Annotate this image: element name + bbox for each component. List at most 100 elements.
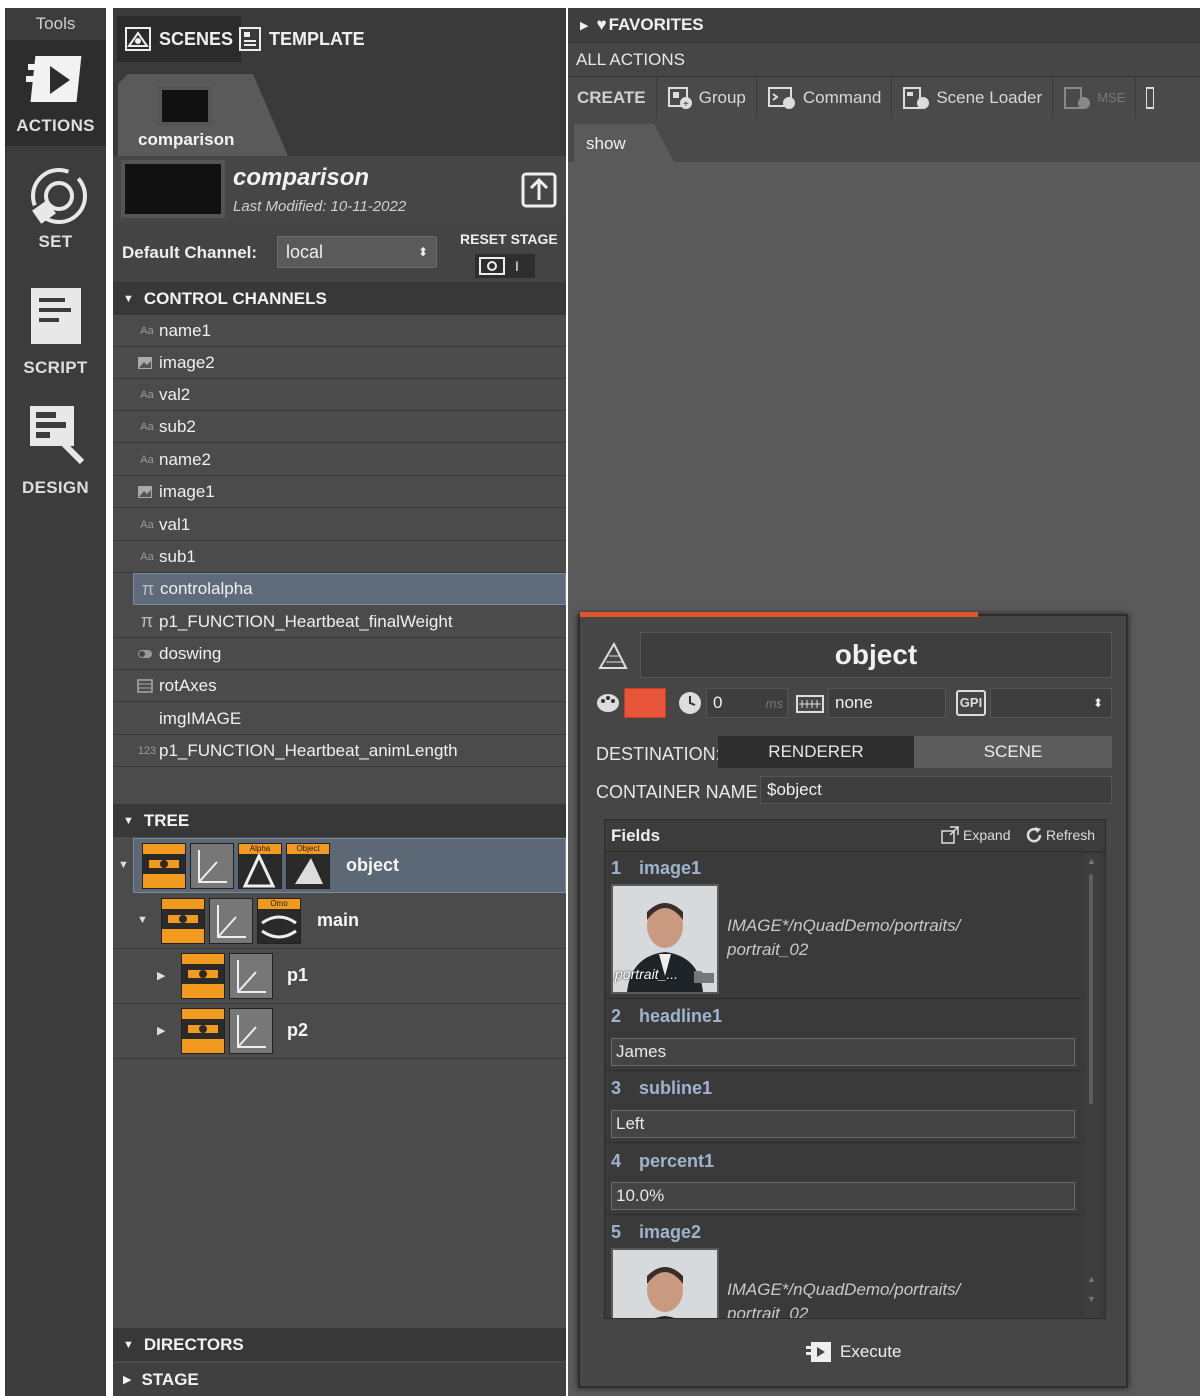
more-icon[interactable] [1136, 77, 1164, 119]
refresh-button[interactable]: Refresh [1025, 826, 1095, 844]
channel-item[interactable]: Aa name1 [113, 315, 566, 347]
export-icon[interactable] [521, 170, 557, 208]
tab-template[interactable]: TEMPLATE [231, 16, 373, 62]
create-group-button[interactable]: + Group [657, 76, 757, 119]
fields-scrollbar[interactable]: ▲ ▲ ▼ [1085, 854, 1099, 1318]
expand-icon [941, 826, 959, 844]
channel-item[interactable]: Aa val2 [113, 379, 566, 411]
tool-set[interactable]: SET [5, 158, 106, 268]
tree-node-p2[interactable]: ▶ p2 [113, 1004, 566, 1059]
execute-label: Execute [840, 1342, 902, 1361]
image-icon [137, 356, 157, 370]
fields-panel: Fields Expand Refresh ▲ ▲ ▼ 1 image1 por… [604, 819, 1106, 1319]
field-separator [605, 1070, 1081, 1071]
directors-header[interactable]: ▼ DIRECTORS [113, 1328, 566, 1361]
field-separator [605, 1214, 1081, 1215]
field-image2-path: IMAGE*/nQuadDemo/portraits/ portrait_02 [727, 1278, 960, 1319]
renderer-label: RENDERER [768, 742, 864, 761]
channel-item[interactable]: image1 [113, 476, 566, 508]
transform-icon [229, 953, 273, 999]
container-name-input[interactable]: $object [760, 776, 1112, 804]
folder-icon[interactable] [693, 968, 715, 984]
transform-icon [209, 898, 253, 944]
scene-panel: SCENES TEMPLATE comparison comparison La… [113, 8, 566, 1396]
expand-icon: ▶ [123, 1374, 132, 1386]
scroll-up-icon[interactable]: ▲ [1087, 1274, 1096, 1284]
channel-item-selected[interactable]: π controlalpha [133, 573, 566, 605]
expand-icon: ▶ [580, 19, 589, 32]
actions-icon [25, 50, 86, 110]
default-channel-select[interactable]: local ⬍ [277, 236, 437, 268]
palette-icon [596, 692, 620, 714]
scroll-down-icon[interactable]: ▼ [1087, 1294, 1096, 1304]
delay-unit: ms [765, 695, 783, 711]
favorites-bar[interactable]: ▶ ♥ FAVORITES [568, 8, 1200, 42]
transform-icon [229, 1008, 273, 1054]
tool-design[interactable]: DESIGN [5, 400, 106, 510]
field-image1-thumbnail[interactable]: portrait_... [611, 884, 719, 994]
channel-item[interactable]: Aa sub2 [113, 411, 566, 443]
field-headline1-input[interactable]: James [611, 1038, 1075, 1066]
tree-node-p1[interactable]: ▶ p1 [113, 949, 566, 1004]
field-image1-title: 1 image1 [611, 858, 701, 879]
tab-scenes-label: SCENES [159, 28, 234, 49]
destination-renderer-button[interactable]: RENDERER [718, 736, 914, 768]
create-command-button[interactable]: Command [757, 76, 893, 119]
object-plugin-icon: Object [286, 843, 330, 889]
create-label: CREATE [568, 76, 657, 119]
tree-node-label: main [317, 910, 360, 930]
create-mse-button[interactable]: MSE [1053, 76, 1137, 119]
delay-input[interactable]: 0 ms [706, 688, 788, 718]
field-name: image1 [639, 858, 702, 878]
expand-button[interactable]: Expand [941, 826, 1010, 844]
scrollbar-thumb[interactable] [1089, 874, 1093, 1104]
tool-design-label: DESIGN [22, 478, 89, 497]
create-scene-loader-button[interactable]: Scene Loader [892, 76, 1054, 119]
scene-loader-icon [902, 86, 930, 110]
channel-item[interactable]: Aa val1 [113, 509, 566, 541]
destination-scene-button[interactable]: SCENE [914, 736, 1112, 768]
image-path-line: portrait_02 [727, 1304, 809, 1319]
gpi-select[interactable]: ⬍ [990, 688, 1112, 718]
channel-item[interactable]: doswing [113, 638, 566, 670]
group-icon: + [667, 86, 693, 110]
group-label: Group [698, 87, 746, 107]
control-channels-header[interactable]: ▼ CONTROL CHANNELS [113, 282, 566, 315]
tree-node-main[interactable]: ▼ Omo main [113, 894, 566, 949]
tree-node-object[interactable]: ▼ Alpha Object object [118, 838, 566, 893]
stage-header[interactable]: ▶ STAGE [113, 1363, 566, 1396]
field-image2-thumbnail[interactable] [611, 1248, 719, 1318]
tree-header[interactable]: ▼ TREE [113, 804, 566, 837]
scroll-up-icon[interactable]: ▲ [1087, 856, 1096, 866]
channel-item[interactable]: rotAxes [113, 670, 566, 702]
channel-item-label: controlalpha [160, 579, 253, 598]
channel-item[interactable]: Aa sub1 [113, 541, 566, 573]
channel-item[interactable]: imgIMAGE [113, 703, 566, 735]
tab-scenes[interactable]: SCENES [117, 16, 242, 62]
tool-actions[interactable]: ACTIONS [5, 40, 106, 146]
channel-item[interactable]: image2 [113, 347, 566, 379]
image-icon [137, 485, 157, 499]
field-subline1-input[interactable]: Left [611, 1110, 1075, 1138]
action-title-field[interactable]: object [640, 632, 1112, 678]
execute-button[interactable]: Execute [806, 1340, 901, 1364]
channel-item[interactable]: π p1_FUNCTION_Heartbeat_finalWeight [113, 606, 566, 638]
channel-item[interactable]: Aa name2 [113, 444, 566, 476]
reset-stage-button[interactable]: I [475, 254, 535, 278]
scene-last-modified: Last Modified: 10-11-2022 [233, 198, 407, 215]
heart-icon: ♥ [596, 15, 607, 34]
tool-script[interactable]: SCRIPT [5, 280, 106, 390]
scene-tab-comparison[interactable]: comparison [118, 74, 288, 156]
channel-item-label: sub1 [159, 546, 196, 566]
scene-tab-area: comparison [113, 70, 566, 156]
keyboard-shortcut-input[interactable]: none [828, 688, 946, 718]
channel-item-label: doswing [159, 643, 222, 663]
tool-set-label: SET [38, 232, 73, 251]
channel-item[interactable]: 123 p1_FUNCTION_Heartbeat_animLength [113, 735, 566, 767]
scenes-icon [125, 27, 151, 51]
transform-icon [190, 843, 234, 889]
tool-actions-label: ACTIONS [16, 116, 95, 135]
field-percent1-input[interactable]: 10.0% [611, 1182, 1075, 1210]
color-swatch[interactable] [624, 688, 666, 718]
tab-show[interactable]: show [574, 124, 674, 162]
